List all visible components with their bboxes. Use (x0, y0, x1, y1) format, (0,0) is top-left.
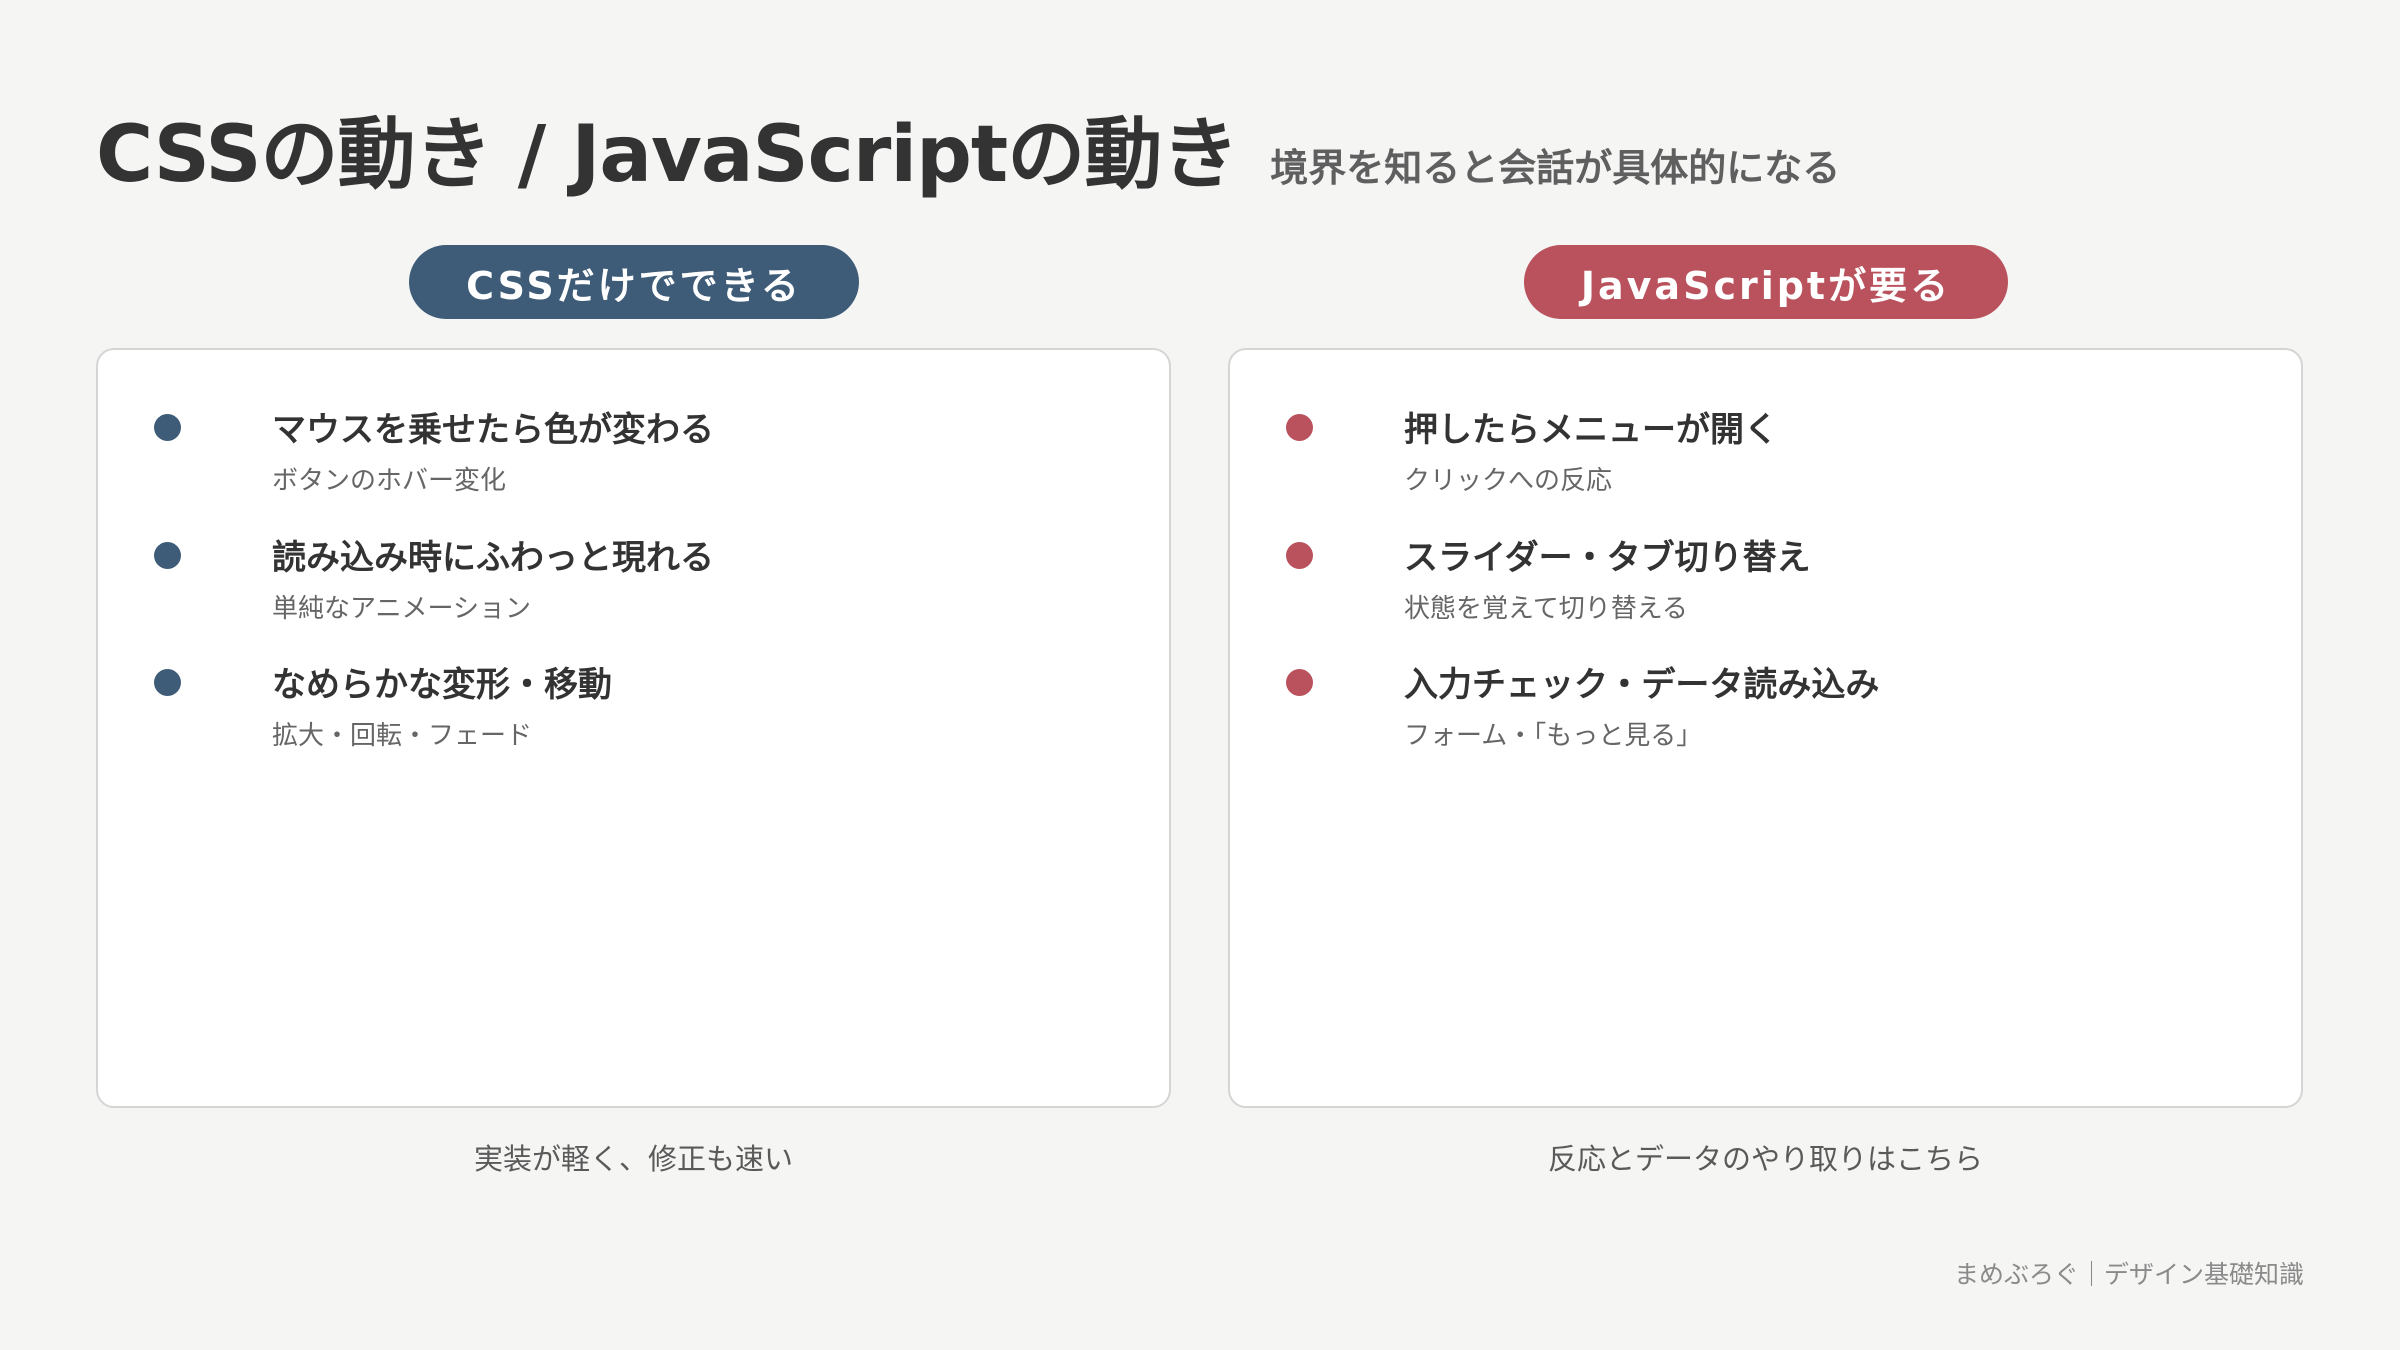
item-description: ボタンのホバー変化 (272, 466, 507, 496)
javascript-card: 押したらメニューが開く クリックへの反応 スライダー・タブ切り替え 状態を覚えて… (1228, 348, 2303, 1108)
bullet-dot (1286, 542, 1313, 569)
page-subtitle: 境界を知ると会話が具体的になる (1270, 146, 1841, 190)
css-caption: 実装が軽く、修正も速い (473, 1142, 793, 1176)
bullet-dot (154, 542, 181, 569)
bullet-dot (1286, 414, 1313, 441)
item-title: マウスを乗せたら色が変わる (272, 410, 714, 450)
javascript-caption: 反応とデータのやり取りはこちら (1547, 1142, 1983, 1176)
footer-credit: まめぶろぐ｜デザイン基礎知識 (1953, 1260, 2304, 1289)
bullet-dot (154, 414, 181, 441)
bullet-dot (1286, 669, 1313, 696)
css-card: マウスを乗せたら色が変わる ボタンのホバー変化 読み込み時にふわっと現れる 単純… (96, 348, 1171, 1108)
css-only-label: CSSだけでできる (409, 245, 859, 319)
item-description: 拡大・回転・フェード (272, 721, 533, 751)
page-title: CSSの動き / JavaScriptの動き (96, 110, 1239, 200)
item-title: 読み込み時にふわっと現れる (272, 538, 714, 578)
item-description: フォーム・「もっと見る」 (1404, 721, 1703, 751)
item-title: なめらかな変形・移動 (272, 665, 612, 705)
item-title: 押したらメニューが開く (1404, 410, 1778, 450)
bullet-dot (154, 669, 181, 696)
javascript-required-label: JavaScriptが要る (1524, 245, 2008, 319)
item-description: クリックへの反応 (1404, 466, 1613, 496)
header: CSSの動き / JavaScriptの動き 境界を知ると会話が具体的になる (96, 92, 1840, 204)
item-description: 状態を覚えて切り替える (1404, 594, 1688, 624)
item-title: スライダー・タブ切り替え (1404, 538, 1811, 578)
item-description: 単純なアニメーション (272, 594, 531, 624)
item-title: 入力チェック・データ読み込み (1404, 665, 1880, 705)
